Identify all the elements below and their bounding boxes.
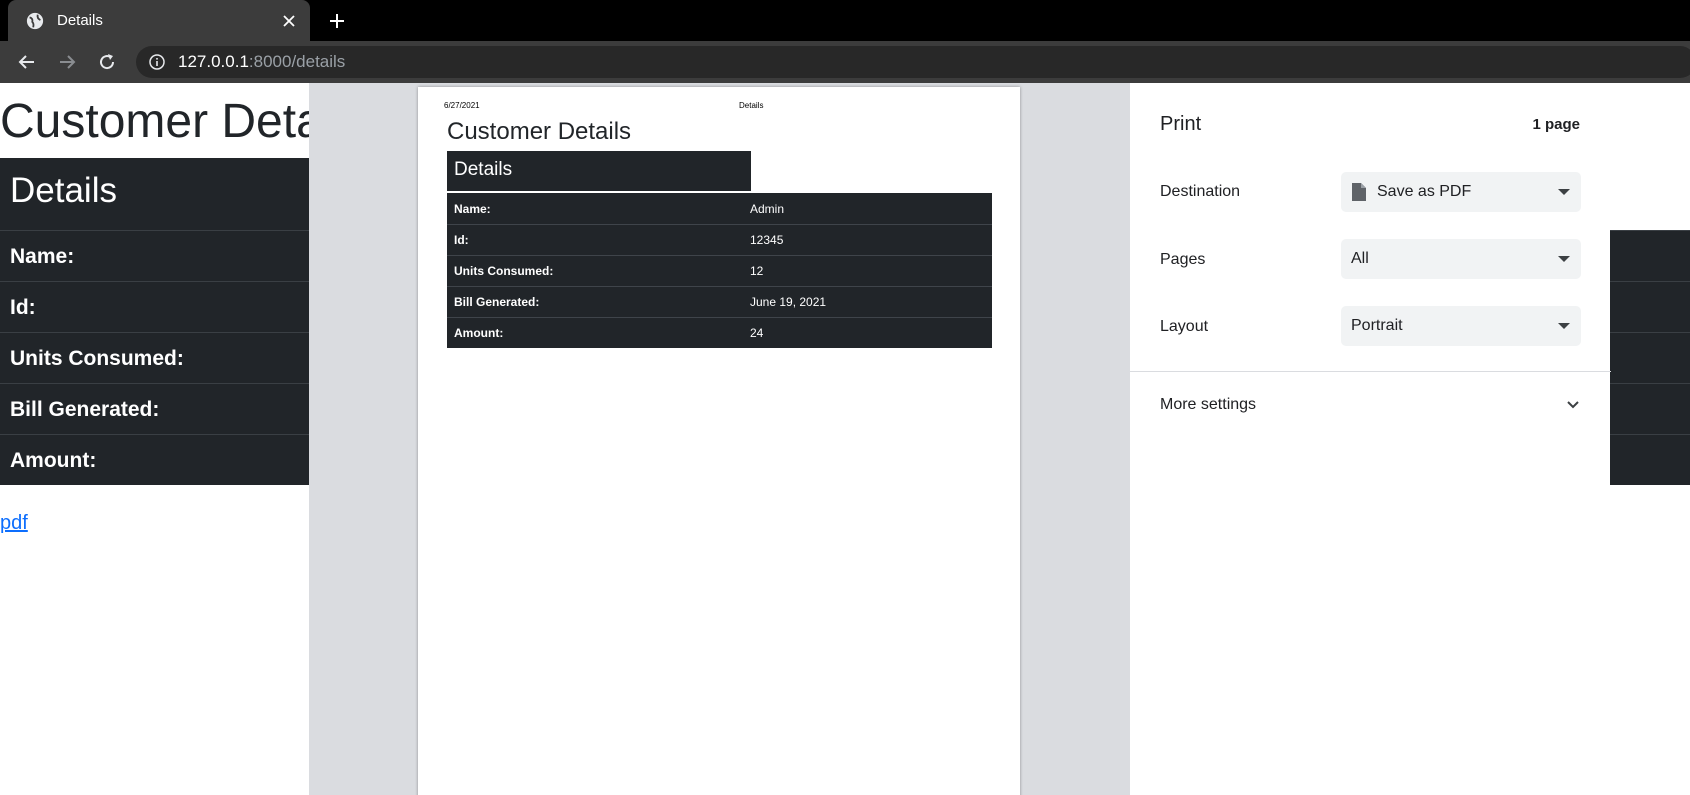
chevron-down-icon: [1565, 397, 1581, 413]
info-icon[interactable]: [148, 53, 166, 71]
row-label: Amount:: [454, 326, 504, 340]
row-value: 12345: [750, 233, 784, 247]
dropdown-arrow-icon: [1558, 323, 1570, 329]
row-value: 12: [750, 264, 764, 278]
more-settings-toggle[interactable]: More settings: [1130, 383, 1611, 427]
forward-icon[interactable]: [53, 48, 81, 76]
print-preview-area: 6/27/2021 Details Customer Details Detai…: [309, 83, 1129, 795]
row-label: Bill Generated:: [10, 398, 160, 421]
settings-divider: [1130, 371, 1611, 372]
print-title: Print: [1160, 113, 1202, 135]
preview-table: Name: Admin Id: 12345 Units Consumed: 12 Bi…: [447, 193, 992, 348]
preview-details-header: Details: [447, 151, 751, 191]
dropdown-arrow-icon: [1558, 189, 1570, 195]
document-icon: [1351, 182, 1367, 202]
row-label: Name:: [10, 245, 75, 268]
dropdown-arrow-icon: [1558, 256, 1570, 262]
page-count: 1 page: [1532, 116, 1580, 133]
layout-label: Layout: [1160, 318, 1209, 335]
pages-value: All: [1351, 250, 1369, 267]
row-label: Name:: [454, 201, 491, 216]
more-settings-label: More settings: [1160, 396, 1257, 413]
row-value: 24: [750, 326, 764, 340]
address-bar[interactable]: 127.0.0.1:8000/details: [136, 46, 1690, 78]
tab-strip: Details: [0, 0, 1690, 41]
row-label: Units Consumed:: [10, 347, 184, 370]
table-row: Amount: 24: [447, 317, 992, 348]
row-label: Bill Generated:: [454, 295, 540, 309]
url-host: 127.0.0.1: [178, 52, 249, 71]
row-value: Admin: [750, 201, 785, 216]
row-label: Units Consumed:: [454, 264, 554, 278]
back-icon[interactable]: [13, 48, 41, 76]
globe-icon: [25, 11, 45, 31]
layout-value: Portrait: [1351, 317, 1403, 334]
pages-label: Pages: [1160, 251, 1206, 268]
preview-heading: Customer Details: [447, 118, 632, 145]
print-settings-panel: Print 1 page Destination Save as PDF Pag…: [1129, 83, 1611, 795]
table-row: Name: Admin: [447, 193, 992, 224]
pdf-link[interactable]: pdf: [0, 512, 28, 535]
preview-page: 6/27/2021 Details Customer Details Detai…: [418, 87, 1020, 795]
table-row: Bill Generated: June 19, 2021: [447, 286, 992, 317]
row-label: Id:: [10, 296, 36, 319]
row-label: Id:: [454, 233, 469, 247]
preview-header-title: Details: [739, 101, 764, 110]
row-value: June 19, 2021: [750, 295, 827, 309]
destination-value: Save as PDF: [1377, 183, 1472, 200]
tab-title: Details: [57, 12, 103, 29]
browser-tab[interactable]: Details: [8, 0, 310, 41]
table-row: Units Consumed: 12: [447, 255, 992, 286]
layout-select[interactable]: Portrait: [1341, 306, 1581, 346]
browser-toolbar: 127.0.0.1:8000/details: [0, 41, 1690, 83]
url-text[interactable]: 127.0.0.1:8000/details: [178, 52, 345, 72]
preview-header-date: 6/27/2021: [444, 101, 480, 110]
destination-label: Destination: [1160, 183, 1241, 200]
details-header: Details: [0, 158, 310, 230]
new-tab-icon[interactable]: [323, 8, 351, 34]
url-path: :8000/details: [248, 52, 346, 71]
table-row: Id: 12345: [447, 224, 992, 255]
close-icon[interactable]: [278, 10, 300, 32]
row-label: Amount:: [10, 449, 97, 472]
reload-icon[interactable]: [93, 48, 121, 76]
destination-select[interactable]: Save as PDF: [1341, 172, 1581, 212]
pages-select[interactable]: All: [1341, 239, 1581, 279]
